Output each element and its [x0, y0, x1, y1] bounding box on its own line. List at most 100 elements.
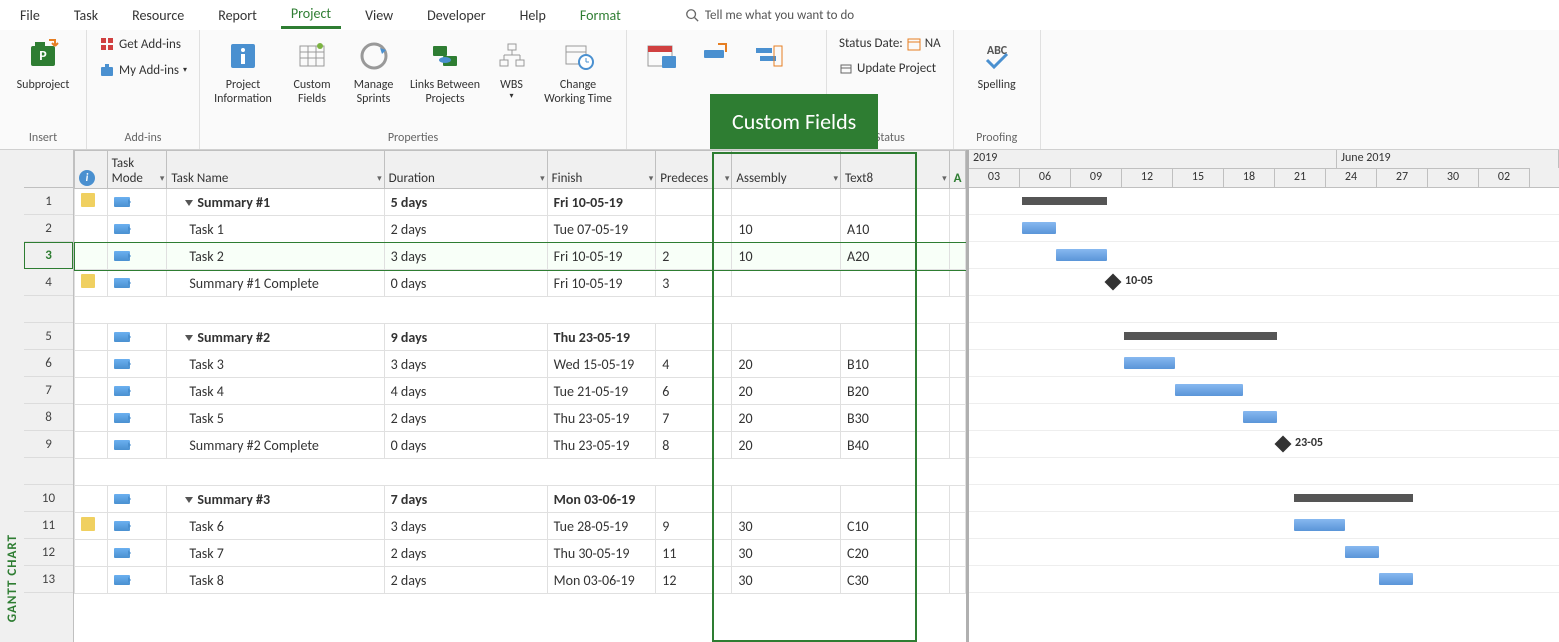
summary-bar[interactable]: [1022, 197, 1107, 205]
cell-finish[interactable]: Fri 10-05-19: [547, 270, 656, 297]
gantt-row[interactable]: [969, 296, 1559, 323]
cell-finish[interactable]: Tue 21-05-19: [547, 378, 656, 405]
menu-format[interactable]: Format: [570, 3, 631, 28]
cell-predecessors[interactable]: 12: [656, 567, 732, 594]
gantt-row[interactable]: [969, 458, 1559, 485]
cell-finish[interactable]: Thu 23-05-19: [547, 324, 656, 351]
cell-a[interactable]: [949, 486, 965, 513]
row-number[interactable]: 12: [24, 539, 73, 566]
table-row[interactable]: Summary #3 7 days Mon 03-06-19: [75, 486, 966, 513]
menu-developer[interactable]: Developer: [417, 3, 495, 28]
cell-assembly[interactable]: 20: [732, 432, 841, 459]
cell-indicator[interactable]: [75, 432, 108, 459]
cell-duration[interactable]: 5 days: [384, 189, 547, 216]
cell-assembly[interactable]: [732, 189, 841, 216]
cell-name[interactable]: Task 1: [167, 216, 384, 243]
cell-a[interactable]: [949, 324, 965, 351]
cell-predecessors[interactable]: 9: [656, 513, 732, 540]
table-row[interactable]: Task 2 3 days Fri 10-05-19 2 10 A20: [75, 243, 966, 270]
cell-mode[interactable]: [107, 405, 167, 432]
cell-finish[interactable]: Fri 10-05-19: [547, 243, 656, 270]
row-number[interactable]: 10: [24, 485, 73, 512]
cell-duration[interactable]: 0 days: [384, 270, 547, 297]
cell-name[interactable]: Summary #1: [167, 189, 384, 216]
milestone-marker[interactable]: [1105, 274, 1122, 291]
row-number[interactable]: 8: [24, 404, 73, 431]
col-indicator[interactable]: i: [75, 151, 108, 189]
cell-name[interactable]: Task 4: [167, 378, 384, 405]
cell-duration[interactable]: 2 days: [384, 216, 547, 243]
gantt-row[interactable]: [969, 404, 1559, 431]
cell-mode[interactable]: [107, 351, 167, 378]
cell-predecessors[interactable]: 8: [656, 432, 732, 459]
dropdown-icon[interactable]: ▾: [377, 173, 382, 184]
cell-predecessors[interactable]: 6: [656, 378, 732, 405]
cell-predecessors[interactable]: 11: [656, 540, 732, 567]
col-finish[interactable]: Finish▾: [547, 151, 656, 189]
cell-duration[interactable]: 4 days: [384, 378, 547, 405]
cell-name[interactable]: Summary #2: [167, 324, 384, 351]
cell-text8[interactable]: [841, 324, 950, 351]
table-row[interactable]: Task 4 4 days Tue 21-05-19 6 20 B20: [75, 378, 966, 405]
cell-predecessors[interactable]: [656, 189, 732, 216]
cell-text8[interactable]: B10: [841, 351, 950, 378]
cell-assembly[interactable]: [732, 486, 841, 513]
cell-indicator[interactable]: [75, 378, 108, 405]
menu-project[interactable]: Project: [281, 1, 341, 29]
col-text8[interactable]: Text8▾: [841, 151, 950, 189]
cell-name[interactable]: Task 8: [167, 567, 384, 594]
cell-duration[interactable]: 9 days: [384, 324, 547, 351]
get-addins-button[interactable]: Get Add-ins: [95, 34, 191, 54]
gantt-row[interactable]: [969, 323, 1559, 350]
table-row[interactable]: Task 1 2 days Tue 07-05-19 10 A10: [75, 216, 966, 243]
gantt-row[interactable]: [969, 350, 1559, 377]
cell-finish[interactable]: Thu 23-05-19: [547, 405, 656, 432]
cell-assembly[interactable]: 30: [732, 567, 841, 594]
cell-assembly[interactable]: 20: [732, 351, 841, 378]
cell-mode[interactable]: [107, 486, 167, 513]
cell-name[interactable]: Task 5: [167, 405, 384, 432]
cell-duration[interactable]: 3 days: [384, 351, 547, 378]
cell-assembly[interactable]: 10: [732, 216, 841, 243]
cell-text8[interactable]: C30: [841, 567, 950, 594]
update-project-button[interactable]: Update Project: [835, 59, 945, 78]
col-duration[interactable]: Duration▾: [384, 151, 547, 189]
cell-a[interactable]: [949, 243, 965, 270]
cell-name[interactable]: Summary #1 Complete: [167, 270, 384, 297]
table-row[interactable]: Task 8 2 days Mon 03-06-19 12 30 C30: [75, 567, 966, 594]
expand-icon[interactable]: [185, 497, 193, 503]
cell-finish[interactable]: Mon 03-06-19: [547, 486, 656, 513]
dropdown-icon[interactable]: ▾: [725, 173, 730, 184]
cell-duration[interactable]: 7 days: [384, 486, 547, 513]
cell-mode[interactable]: [107, 540, 167, 567]
col-mode[interactable]: Task Mode▾: [107, 151, 167, 189]
cell-text8[interactable]: [841, 189, 950, 216]
cell-a[interactable]: [949, 270, 965, 297]
menu-resource[interactable]: Resource: [122, 3, 194, 28]
links-between-projects-button[interactable]: Links Between Projects: [405, 34, 485, 111]
cell-indicator[interactable]: [75, 324, 108, 351]
project-information-button[interactable]: Project Information: [208, 34, 278, 111]
cell-mode[interactable]: [107, 216, 167, 243]
gantt-chart[interactable]: 2019 June 2019 0306091215182124273002 10…: [969, 150, 1559, 642]
table-row[interactable]: Task 7 2 days Thu 30-05-19 11 30 C20: [75, 540, 966, 567]
cell-indicator[interactable]: [75, 189, 108, 216]
cell-duration[interactable]: 0 days: [384, 432, 547, 459]
row-number[interactable]: 7: [24, 377, 73, 404]
wbs-button[interactable]: WBS ▾: [489, 34, 534, 106]
col-assembly[interactable]: Assembly▾: [732, 151, 841, 189]
cell-text8[interactable]: A20: [841, 243, 950, 270]
tell-me-search[interactable]: Tell me what you want to do: [685, 8, 854, 23]
cell-a[interactable]: [949, 216, 965, 243]
gantt-row[interactable]: [969, 377, 1559, 404]
row-number[interactable]: 6: [24, 350, 73, 377]
cell-finish[interactable]: Thu 30-05-19: [547, 540, 656, 567]
cell-text8[interactable]: A10: [841, 216, 950, 243]
cell-predecessors[interactable]: 2: [656, 243, 732, 270]
cell-a[interactable]: [949, 540, 965, 567]
task-bar[interactable]: [1056, 249, 1107, 261]
cell-a[interactable]: [949, 432, 965, 459]
cell-duration[interactable]: 3 days: [384, 513, 547, 540]
table-row[interactable]: Summary #2 9 days Thu 23-05-19: [75, 324, 966, 351]
task-bar[interactable]: [1243, 411, 1277, 423]
